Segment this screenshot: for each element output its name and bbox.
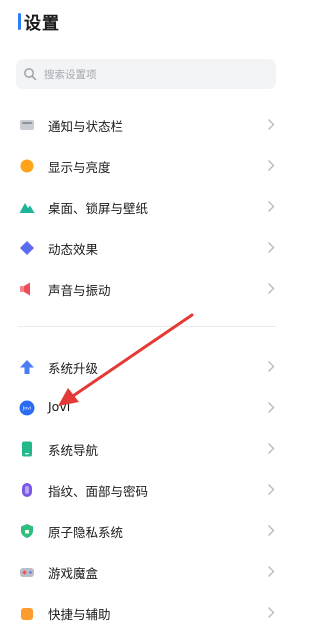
settings-item-label: 系统导航: [48, 443, 99, 458]
settings-item-label: 桌面、锁屏与壁纸: [48, 201, 149, 216]
page-title: 设置: [24, 14, 60, 34]
wallpaper-mountain-icon: [19, 203, 35, 213]
search-icon: [24, 68, 37, 81]
settings-item-label: 指纹、面部与密码: [48, 484, 149, 499]
jovi-icon-badge: Jovi: [22, 406, 31, 412]
notification-bar-icon: [20, 120, 34, 130]
chevron-right-icon: [268, 566, 275, 577]
chevron-right-icon: [268, 402, 275, 413]
chevron-right-icon: [268, 443, 275, 454]
settings-item-display-brightness[interactable]: 显示与亮度: [0, 145, 292, 186]
title-accent-bar: [18, 13, 21, 30]
settings-item-label: 快捷与辅助: [48, 607, 111, 622]
settings-item-sound-vibration[interactable]: 声音与振动: [0, 268, 292, 309]
speaker-icon: [20, 282, 30, 296]
chevron-right-icon: [268, 119, 275, 130]
settings-item-label: 通知与状态栏: [48, 119, 124, 134]
settings-item-game-box[interactable]: 游戏魔盒: [0, 551, 292, 592]
privacy-shield-icon: [21, 524, 33, 538]
settings-item-label: 动态效果: [48, 242, 99, 257]
settings-item-desktop-lockscreen-wallpaper[interactable]: 桌面、锁屏与壁纸: [0, 186, 292, 227]
chevron-right-icon: [268, 160, 275, 171]
settings-item-label: 游戏魔盒: [48, 566, 99, 581]
search-placeholder: 搜索设置项: [44, 69, 97, 81]
settings-item-label: 声音与振动: [48, 283, 111, 298]
search-input[interactable]: 搜索设置项: [16, 59, 276, 89]
section-divider: [18, 326, 276, 327]
settings-item-fingerprint-face-password[interactable]: 指纹、面部与密码: [0, 469, 292, 510]
settings-item-shortcuts-accessibility[interactable]: 快捷与辅助: [0, 592, 292, 633]
chevron-right-icon: [268, 361, 275, 372]
settings-item-notifications[interactable]: 通知与状态栏: [0, 104, 292, 145]
settings-item-atomic-privacy[interactable]: 原子隐私系统: [0, 510, 292, 551]
settings-group-system: 系统升级 Jovi Jovi 系统导航 指纹、面部与密码 原子隐私系统 游戏魔盒…: [0, 346, 292, 633]
settings-group-display: 通知与状态栏 显示与亮度 桌面、锁屏与壁纸 动态效果 声音与振动: [0, 104, 292, 309]
gamepad-icon: [20, 568, 34, 577]
chevron-right-icon: [268, 201, 275, 212]
settings-item-label: 显示与亮度: [48, 160, 111, 175]
chevron-right-icon: [268, 525, 275, 536]
fingerprint-icon: [22, 483, 32, 497]
settings-item-label: 系统升级: [48, 361, 99, 376]
diamond-effects-icon: [20, 241, 34, 255]
settings-item-jovi[interactable]: Jovi Jovi: [0, 387, 292, 428]
chevron-right-icon: [268, 484, 275, 495]
navigation-phone-icon: [22, 441, 32, 457]
settings-item-system-update[interactable]: 系统升级: [0, 346, 292, 387]
page-header: 设置: [0, 0, 292, 48]
shortcut-hand-icon: [21, 608, 33, 620]
jovi-icon: Jovi: [19, 400, 35, 416]
settings-item-label: Jovi: [48, 399, 71, 414]
upgrade-arrow-icon: [20, 360, 34, 374]
settings-item-label: 原子隐私系统: [48, 525, 124, 540]
settings-item-system-navigation[interactable]: 系统导航: [0, 428, 292, 469]
chevron-right-icon: [268, 607, 275, 618]
chevron-right-icon: [268, 242, 275, 253]
brightness-icon: [20, 159, 34, 173]
settings-item-dynamic-effects[interactable]: 动态效果: [0, 227, 292, 268]
chevron-right-icon: [268, 283, 275, 294]
